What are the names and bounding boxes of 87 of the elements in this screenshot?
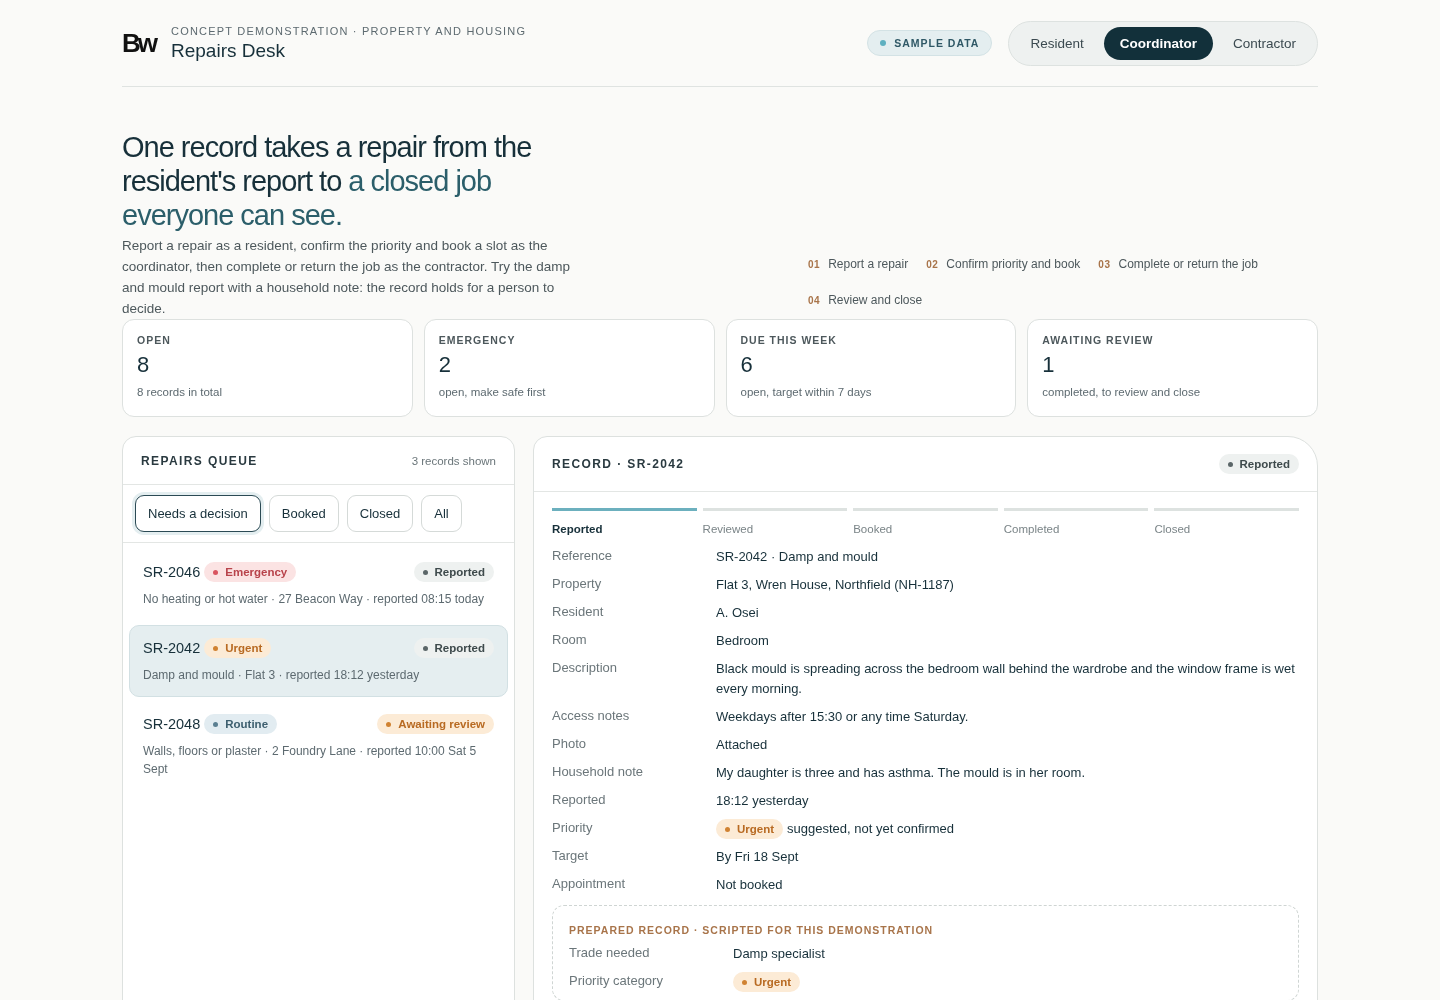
role-tab[interactable]: Coordinator xyxy=(1103,26,1213,60)
headline: One record takes a repair from the resident's report to a closed job everyone can see. xyxy=(122,130,533,232)
panel-title: RECORD · SR-2042 xyxy=(552,457,685,471)
field-value: Weekdays after 15:30 or any time Saturday. xyxy=(716,708,969,726)
sample-data-badge: SAMPLE DATA xyxy=(867,30,993,56)
step-label: Report a repair xyxy=(828,257,909,271)
step-number: 04 xyxy=(808,295,821,306)
status-tag: Awaiting review xyxy=(377,714,494,734)
field-label: Appointment xyxy=(552,875,626,893)
stage-label: Reported xyxy=(552,523,604,535)
record-reference: SR-2042 xyxy=(143,640,201,656)
field-label: Priority xyxy=(552,819,594,837)
queue-item[interactable]: SR-2046 Emergency Reported No heating or hot water · 27 Beacon Way · reported 08:15 today xyxy=(129,549,508,621)
intro-paragraph: Report a repair as a resident, confirm the priority and book a slot as the coordinator, then complete or return the job as the contractor. Try the damp and mould report with a household note: the record holds for a person to decide. xyxy=(122,237,571,318)
step-number: 03 xyxy=(1098,259,1111,270)
field-value: Not booked xyxy=(716,876,783,894)
field-label: Access notes xyxy=(552,707,631,725)
stage-label: Booked xyxy=(853,523,894,535)
field-label: Resident xyxy=(552,603,605,621)
field-value: By Fri 18 Sept xyxy=(716,848,799,866)
record-reference: SR-2048 xyxy=(143,716,201,732)
stat-label: EMERGENCY xyxy=(438,334,517,346)
filter-chip[interactable]: Closed xyxy=(346,495,414,532)
priority-tag: Urgent xyxy=(733,972,801,992)
field-value: Flat 3, Wren House, Northfield (NH-1187) xyxy=(716,576,954,594)
stage-label: Reviewed xyxy=(702,523,755,535)
stat-value: 6 xyxy=(740,352,754,378)
record-summary: Damp and mould · Flat 3 · reported 18:12 yesterday xyxy=(143,667,421,684)
field-label: Reported xyxy=(552,791,607,809)
stat-value: 2 xyxy=(438,352,452,378)
field-value: Attached xyxy=(716,736,768,754)
stage-label: Closed xyxy=(1154,523,1192,535)
field-label: Reference xyxy=(552,547,613,565)
field-label: Priority category xyxy=(569,972,664,990)
stat-label: AWAITING REVIEW xyxy=(1042,334,1155,346)
priority-tag: Urgent xyxy=(716,819,784,839)
prepared-title: PREPARED RECORD · SCRIPTED FOR THIS DEMONSTRATION xyxy=(569,924,935,936)
step-label: Complete or return the job xyxy=(1118,257,1258,271)
filter-chip[interactable]: All xyxy=(421,495,462,532)
stat-note: open, target within 7 days xyxy=(740,386,873,398)
filter-chip[interactable]: Needs a decision xyxy=(135,495,261,532)
field-label: Target xyxy=(552,847,590,865)
stage-label: Completed xyxy=(1003,523,1061,535)
status-tag: Reported xyxy=(1218,454,1299,474)
field-value: 18:12 yesterday xyxy=(716,792,809,810)
brand-logo: Bw xyxy=(122,30,155,56)
queue-item[interactable]: SR-2048 Routine Awaiting review Walls, floors or plaster · 2 Foundry Lane · reported 10:00 Sat 5 Sept xyxy=(129,701,508,791)
role-tab[interactable]: Resident xyxy=(1014,26,1100,60)
field-label: Description xyxy=(552,659,619,677)
stat-value: 1 xyxy=(1042,352,1056,378)
field-value: suggested, not yet confirmed xyxy=(787,820,954,838)
role-tab[interactable]: Contractor xyxy=(1216,26,1312,60)
stat-value: 8 xyxy=(137,352,151,378)
priority-tag: Routine xyxy=(204,714,278,734)
record-summary: No heating or hot water · 27 Beacon Way · reported 08:15 today xyxy=(143,591,486,608)
field-label: Household note xyxy=(552,763,645,781)
status-tag: Reported xyxy=(413,638,494,658)
stat-note: completed, to review and close xyxy=(1042,386,1202,398)
stat-note: open, make safe first xyxy=(438,386,547,398)
field-value: Bedroom xyxy=(716,632,769,650)
record-count: 3 records shown xyxy=(411,454,496,467)
panel-title: REPAIRS QUEUE xyxy=(141,453,258,468)
field-label: Trade needed xyxy=(569,944,651,962)
step-label: Confirm priority and book xyxy=(946,257,1081,271)
stat-note: 8 records in total xyxy=(137,386,223,398)
queue-item[interactable]: SR-2042 Urgent Reported Damp and mould · Flat 3 · reported 18:12 yesterday xyxy=(129,625,508,697)
field-value: My daughter is three and has asthma. The mould is in her room. xyxy=(716,764,1085,782)
filter-chip[interactable]: Booked xyxy=(268,495,339,532)
record-summary: Walls, floors or plaster · 2 Foundry Lane · reported 10:00 Sat 5 Sept xyxy=(143,743,478,778)
priority-tag: Urgent xyxy=(204,638,272,658)
eyebrow-label: CONCEPT DEMONSTRATION · PROPERTY AND HOUSING xyxy=(171,24,527,37)
field-label: Property xyxy=(552,575,603,593)
step-number: 02 xyxy=(926,259,939,270)
field-value: Damp specialist xyxy=(733,945,825,963)
app-title: Repairs Desk xyxy=(171,39,287,62)
field-label: Room xyxy=(552,631,588,649)
field-value: Black mould is spreading across the bedroom wall behind the wardrobe and the window frame is wet every morning. xyxy=(716,660,1296,698)
field-value: SR-2042 · Damp and mould xyxy=(716,548,878,566)
status-tag: Reported xyxy=(413,562,494,582)
record-reference: SR-2046 xyxy=(143,564,201,580)
priority-tag: Emergency xyxy=(204,562,297,582)
stat-label: DUE THIS WEEK xyxy=(740,334,838,346)
step-number: 01 xyxy=(808,259,821,270)
field-label: Photo xyxy=(552,735,587,753)
field-value: A. Osei xyxy=(716,604,759,622)
step-label: Review and close xyxy=(828,293,923,307)
stat-label: OPEN xyxy=(137,334,172,346)
